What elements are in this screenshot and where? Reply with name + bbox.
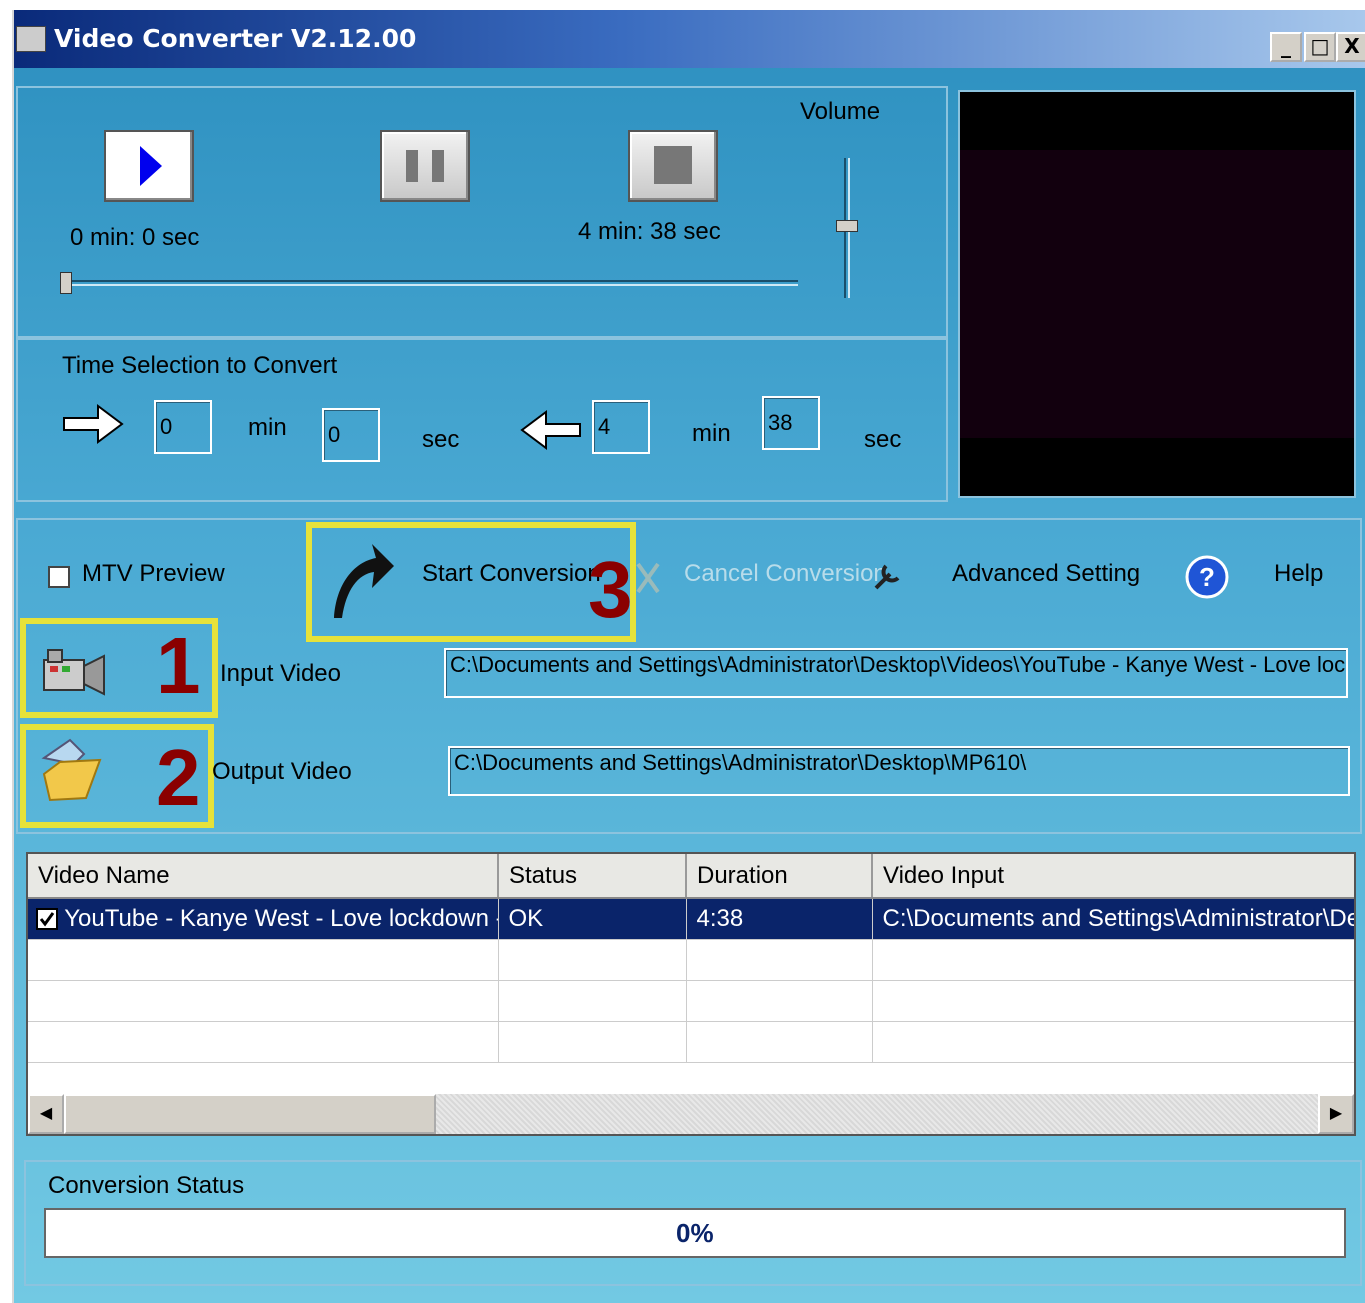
title-bar: Video Converter V2.12.00 _ □ X <box>14 10 1365 68</box>
stop-icon <box>654 146 692 184</box>
input-video-label: Input Video <box>220 660 341 687</box>
mtv-preview-label: MTV Preview <box>82 560 225 587</box>
table-row <box>28 939 1354 981</box>
table-header: Video Name Status Duration Video Input <box>28 854 1354 899</box>
help-button[interactable]: Help <box>1274 560 1323 588</box>
start-arrow-icon <box>63 404 124 444</box>
start-sec-label: sec <box>422 426 460 453</box>
scroll-right-button[interactable]: ▶ <box>1318 1094 1354 1134</box>
video-preview <box>958 90 1356 498</box>
total-time: 4 min: 38 sec <box>578 218 721 245</box>
row-status: OK <box>498 898 687 940</box>
output-video-label: Output Video <box>212 758 352 785</box>
end-sec-label: sec <box>864 426 902 453</box>
app-icon <box>16 26 46 52</box>
row-video-input: C:\Documents and Settings\Administrator\… <box>872 898 1354 940</box>
column-status[interactable]: Status <box>498 854 687 899</box>
cancel-conversion-button[interactable]: Cancel Conversion <box>684 560 887 588</box>
row-checkbox[interactable] <box>36 908 58 931</box>
controls-panel: MTV Preview Start Conversion 3 Cancel Co… <box>16 518 1362 834</box>
player-panel: 0 min: 0 sec 4 min: 38 sec Volume <box>16 86 948 338</box>
progress-text: 0% <box>676 1218 714 1248</box>
annotation-2: 2 <box>156 733 201 822</box>
conversion-status-label: Conversion Status <box>48 1172 245 1199</box>
column-video-input[interactable]: Video Input <box>872 854 1354 899</box>
start-conversion-icon[interactable] <box>328 540 396 620</box>
minimize-button[interactable]: _ <box>1270 32 1302 62</box>
row-video-name: YouTube - Kanye West - Love lockdown - H… <box>64 904 497 932</box>
position-slider[interactable] <box>62 280 798 286</box>
advanced-setting-button[interactable]: Advanced Setting <box>952 560 1140 588</box>
start-sec-input[interactable] <box>322 408 380 462</box>
end-arrow-icon <box>520 410 581 450</box>
play-icon <box>140 146 162 186</box>
video-frame <box>960 150 1354 438</box>
window-title: Video Converter V2.12.00 <box>54 24 417 53</box>
start-min-input[interactable] <box>154 400 212 454</box>
scroll-left-button[interactable]: ◀ <box>28 1094 64 1134</box>
volume-label: Volume <box>800 98 881 125</box>
row-duration: 4:38 <box>686 898 873 940</box>
mtv-preview-checkbox[interactable] <box>48 566 70 588</box>
table-row <box>28 980 1354 1022</box>
settings-wrench-icon[interactable] <box>870 558 906 594</box>
video-converter-window: Video Converter V2.12.00 _ □ X 0 min: 0 … <box>12 10 1365 1303</box>
volume-slider-thumb[interactable] <box>836 220 858 232</box>
video-camera-icon[interactable] <box>40 646 108 700</box>
annotation-1: 1 <box>156 621 201 710</box>
play-button[interactable] <box>104 130 194 202</box>
cancel-conversion-icon <box>636 562 660 594</box>
progress-bar: 0% <box>44 1208 1346 1258</box>
start-conversion-button[interactable]: Start Conversion <box>422 560 601 588</box>
time-selection-panel: Time Selection to Convert min sec min se… <box>16 338 948 502</box>
horizontal-scrollbar[interactable]: ◀ ▶ <box>28 1094 1354 1134</box>
checkmark-icon <box>39 912 55 927</box>
pause-button[interactable] <box>380 130 470 202</box>
column-duration[interactable]: Duration <box>686 854 873 899</box>
folder-icon[interactable] <box>40 734 106 804</box>
table-row[interactable]: YouTube - Kanye West - Love lockdown - H… <box>28 898 1354 940</box>
close-button[interactable]: X <box>1336 32 1365 62</box>
output-video-path[interactable]: C:\Documents and Settings\Administrator\… <box>448 746 1350 796</box>
stop-button[interactable] <box>628 130 718 202</box>
maximize-button[interactable]: □ <box>1304 32 1336 62</box>
svg-text:?: ? <box>1199 562 1215 592</box>
annotation-3: 3 <box>588 545 633 634</box>
position-slider-thumb[interactable] <box>60 272 72 294</box>
start-min-label: min <box>248 414 287 441</box>
input-video-path[interactable]: C:\Documents and Settings\Administrator\… <box>444 648 1348 698</box>
current-time: 0 min: 0 sec <box>70 224 200 251</box>
video-table: Video Name Status Duration Video Input Y… <box>28 854 1354 1063</box>
end-sec-input[interactable] <box>762 396 820 450</box>
table-row <box>28 1021 1354 1063</box>
pause-icon <box>406 150 444 182</box>
end-min-input[interactable] <box>592 400 650 454</box>
scrollbar-thumb[interactable] <box>64 1094 436 1134</box>
conversion-status-panel: Conversion Status 0% <box>24 1160 1362 1286</box>
help-icon[interactable]: ? <box>1184 554 1230 600</box>
video-list[interactable]: Video Name Status Duration Video Input Y… <box>26 852 1356 1136</box>
end-min-label: min <box>692 420 731 447</box>
column-video-name[interactable]: Video Name <box>28 854 499 899</box>
time-selection-label: Time Selection to Convert <box>62 352 338 379</box>
